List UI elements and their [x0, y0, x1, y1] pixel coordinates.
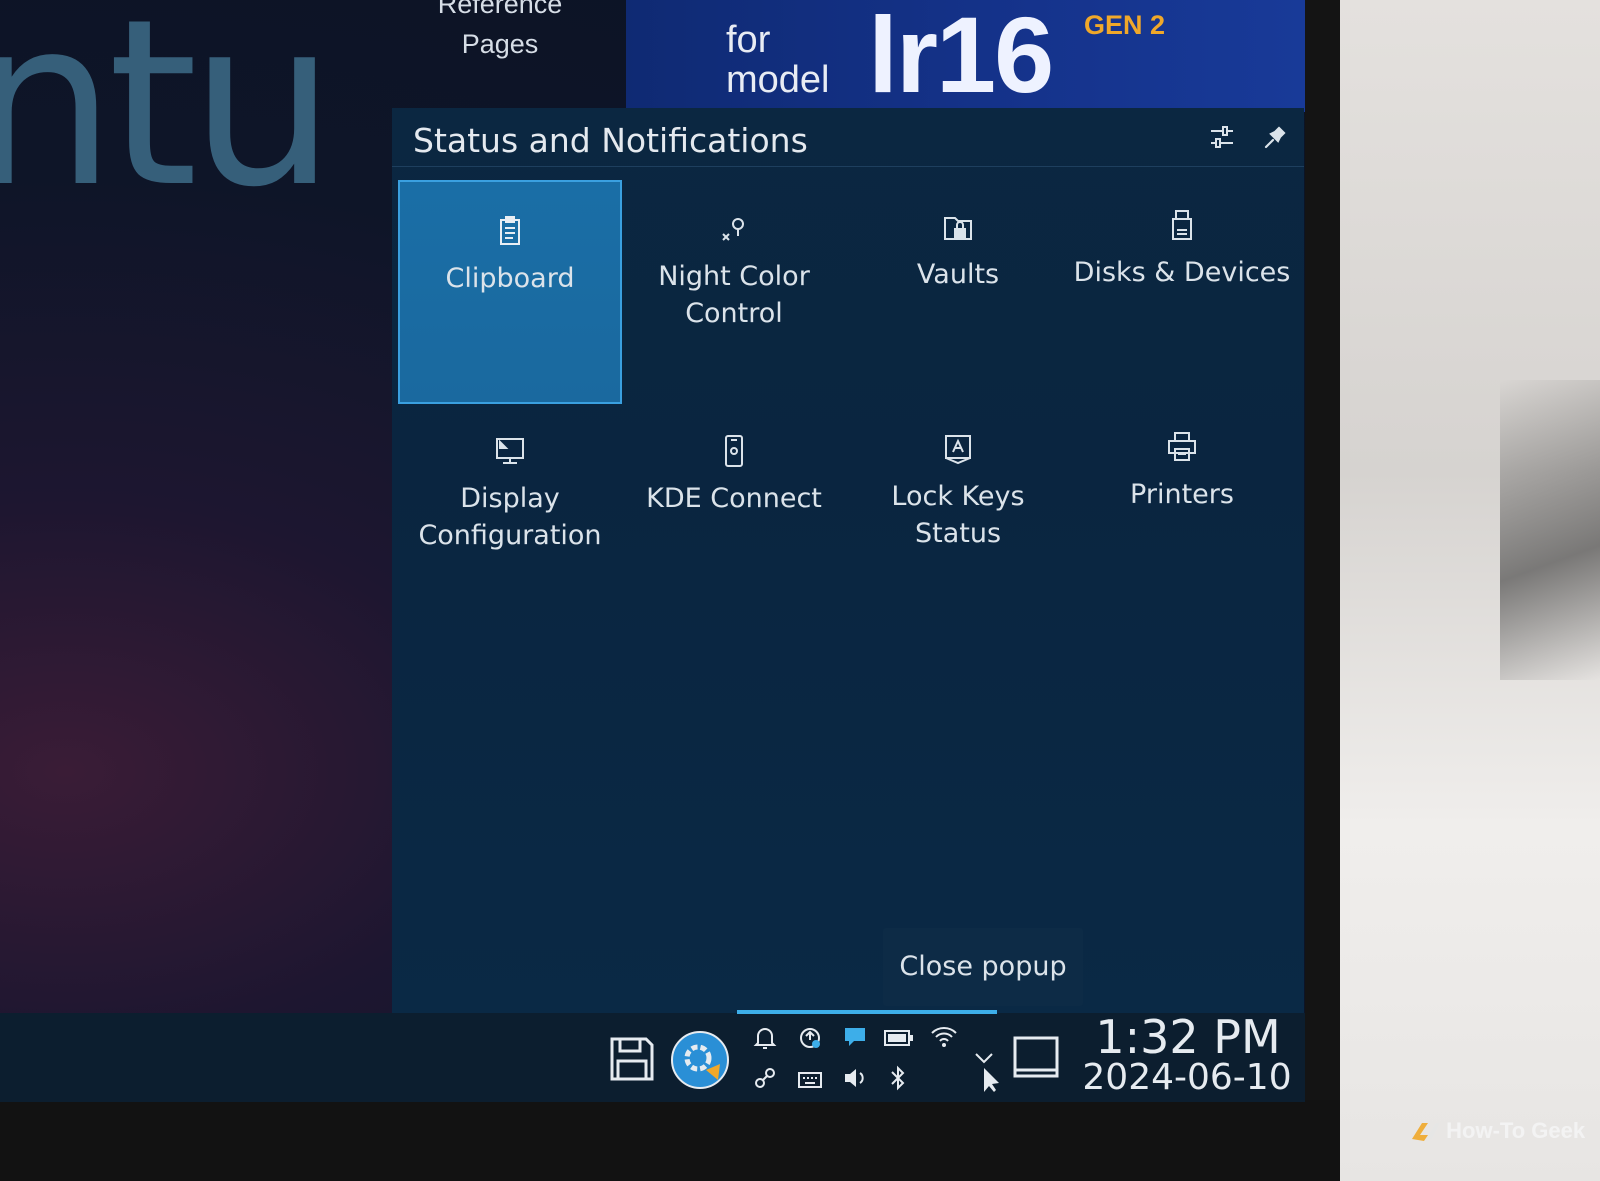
popup-header: Status and Notifications [392, 108, 1304, 167]
how-to-geek-logo-icon [1412, 1123, 1440, 1142]
tray-item-clipboard[interactable]: Clipboard [398, 180, 622, 404]
tray-item-label: Vaults [916, 259, 1000, 290]
banner-model-name: lr16 [868, 0, 1054, 115]
tray-item-label: Disks & Devices [1073, 257, 1291, 288]
tray-item-display-configuration[interactable]: Display Configuration [398, 434, 622, 554]
sliders-icon[interactable] [1207, 122, 1237, 152]
popup-title: Status and Notifications [413, 121, 808, 160]
tray-item-vaults[interactable]: Vaults [846, 210, 1070, 293]
keyboard-icon[interactable] [797, 1068, 823, 1094]
label-line1: Night Color [658, 261, 810, 292]
save-icon[interactable] [608, 1035, 656, 1087]
expand-tray-icon[interactable] [972, 1048, 1002, 1098]
tray-item-printers[interactable]: Printers [1070, 430, 1294, 513]
banner-gen-badge: GEN 2 [1084, 10, 1166, 40]
bluetooth-icon[interactable] [888, 1065, 908, 1095]
vault-icon [944, 217, 972, 240]
bell-icon[interactable] [752, 1025, 778, 1055]
show-desktop-icon[interactable] [1012, 1033, 1060, 1085]
label-line2: Control [685, 298, 783, 329]
phone-icon [725, 435, 743, 467]
clock-date[interactable]: 2024-06-10 [1082, 1057, 1292, 1098]
reference-pages-icon-label[interactable]: Reference Pages [420, 0, 580, 64]
banner-model-text: model [726, 59, 830, 101]
reference-label-line1: Reference [437, 0, 563, 19]
tray-item-label: Lock Keys Status [891, 481, 1025, 549]
photo-scene: ntu Reference Pages for model lr16 GEN 2… [0, 0, 1600, 1181]
tray-item-night-color[interactable]: Night Color Control [622, 212, 846, 332]
wallpaper-model-banner: for model lr16 GEN 2 [626, 0, 1305, 115]
pin-icon[interactable] [1260, 122, 1290, 152]
battery-icon[interactable] [884, 1028, 914, 1052]
background-shadow [1500, 380, 1600, 680]
tray-item-label: Display Configuration [398, 480, 622, 554]
monitor-bezel-bottom [0, 1100, 1340, 1181]
tray-item-lock-keys-status[interactable]: Lock Keys Status [846, 432, 1070, 552]
night-color-icon [722, 218, 744, 241]
printer-icon [1168, 432, 1196, 461]
monitor-icon [496, 438, 524, 464]
tray-item-label: KDE Connect [646, 483, 822, 514]
wallpaper-brand-text: ntu [0, 0, 336, 238]
updates-icon[interactable] [797, 1025, 823, 1055]
kde-discover-icon[interactable] [670, 1030, 730, 1094]
notifications-chat-icon[interactable] [842, 1024, 868, 1054]
tray-item-label: Clipboard [445, 263, 575, 294]
close-popup-tooltip: Close popup [883, 928, 1083, 1006]
tray-item-kde-connect[interactable]: KDE Connect [622, 434, 846, 517]
keyboard-lock-icon [945, 435, 971, 465]
desktop-screen: ntu Reference Pages for model lr16 GEN 2… [0, 0, 1305, 1102]
wifi-icon[interactable] [930, 1025, 958, 1053]
usb-drive-icon [1172, 210, 1192, 240]
label-line1: Display [460, 483, 560, 514]
status-notifications-popup: Status and Notifications Clipboard Night… [392, 108, 1304, 1013]
tray-item-disks-devices[interactable]: Disks & Devices [1070, 208, 1294, 291]
volume-icon[interactable] [842, 1065, 868, 1095]
label-line2: Configuration [418, 520, 602, 551]
watermark-logo: How-To Geek [1410, 1118, 1585, 1145]
tray-item-label: Printers [1130, 479, 1234, 510]
clipboard-icon [500, 216, 520, 245]
banner-for-text: for [726, 19, 771, 61]
tray-item-label: Night Color Control [622, 258, 846, 332]
monitor-bezel-right [1300, 0, 1340, 1181]
tray-active-indicator [737, 1010, 997, 1014]
clipboard-tray-icon[interactable] [752, 1065, 778, 1095]
clock-time[interactable]: 1:32 PM [1088, 1010, 1288, 1064]
watermark-text: How-To Geek [1446, 1118, 1586, 1143]
reference-label-line2: Pages [461, 29, 539, 59]
